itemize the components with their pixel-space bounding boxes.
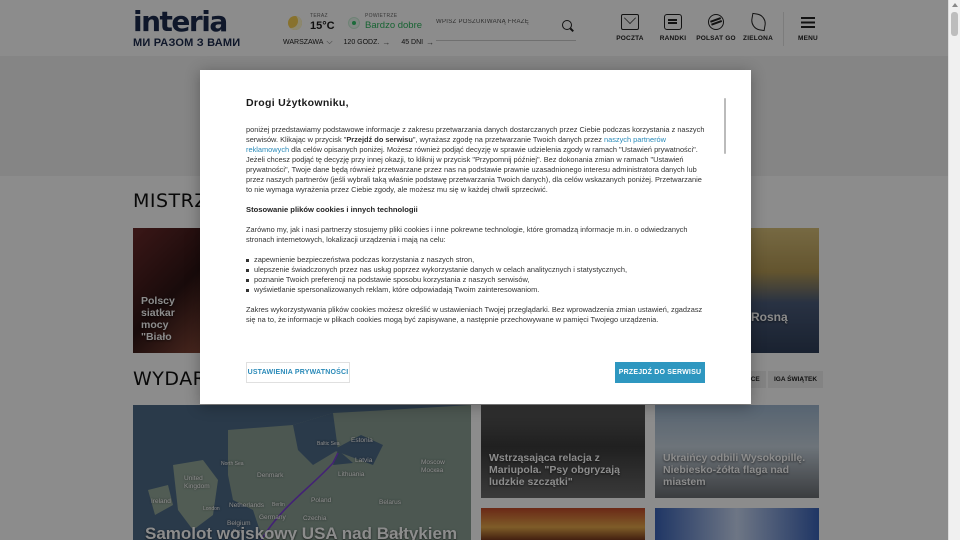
page-scrollbar[interactable] [948,0,960,540]
list-item: poznanie Twoich preferencji na podstawie… [246,275,709,285]
privacy-consent-dialog: Drogi Użytkowniku, poniżej przedstawiamy… [200,70,751,404]
text-run: dla celów opisanych poniżej. Możesz równ… [246,145,702,194]
cookies-heading: Stosowanie plików cookies i innych techn… [246,205,418,214]
go-to-site-button[interactable]: PRZEJDŹ DO SERWISU [615,362,705,383]
dialog-paragraph: Zarówno my, jak i nasi partnerzy stosuje… [246,225,688,244]
dialog-title: Drogi Użytkowniku, [246,97,349,109]
list-item: wyświetlanie spersonalizowanych reklam, … [246,285,709,295]
dialog-scrollbar[interactable] [724,98,726,154]
scroll-up-arrow-icon[interactable] [952,3,958,7]
dialog-paragraph: poniżej przedstawiamy podstawowe informa… [246,125,709,195]
purpose-list: zapewnienie bezpieczeństwa podczas korzy… [246,255,709,295]
privacy-settings-button[interactable]: USTAWIENIA PRYWATNOŚCI [246,362,350,383]
scroll-thumb[interactable] [951,12,958,36]
text-run-bold: Przejdź do serwisu [346,135,413,144]
text-run: ", wyrażasz zgodę na przetwarzanie Twoic… [412,135,604,144]
dialog-paragraph: Zakres wykorzystywania plików cookies mo… [246,305,703,324]
list-item: ulepszenie świadczonych przez nas usług … [246,265,709,275]
dialog-body: poniżej przedstawiamy podstawowe informa… [246,125,709,338]
list-item: zapewnienie bezpieczeństwa podczas korzy… [246,255,709,265]
